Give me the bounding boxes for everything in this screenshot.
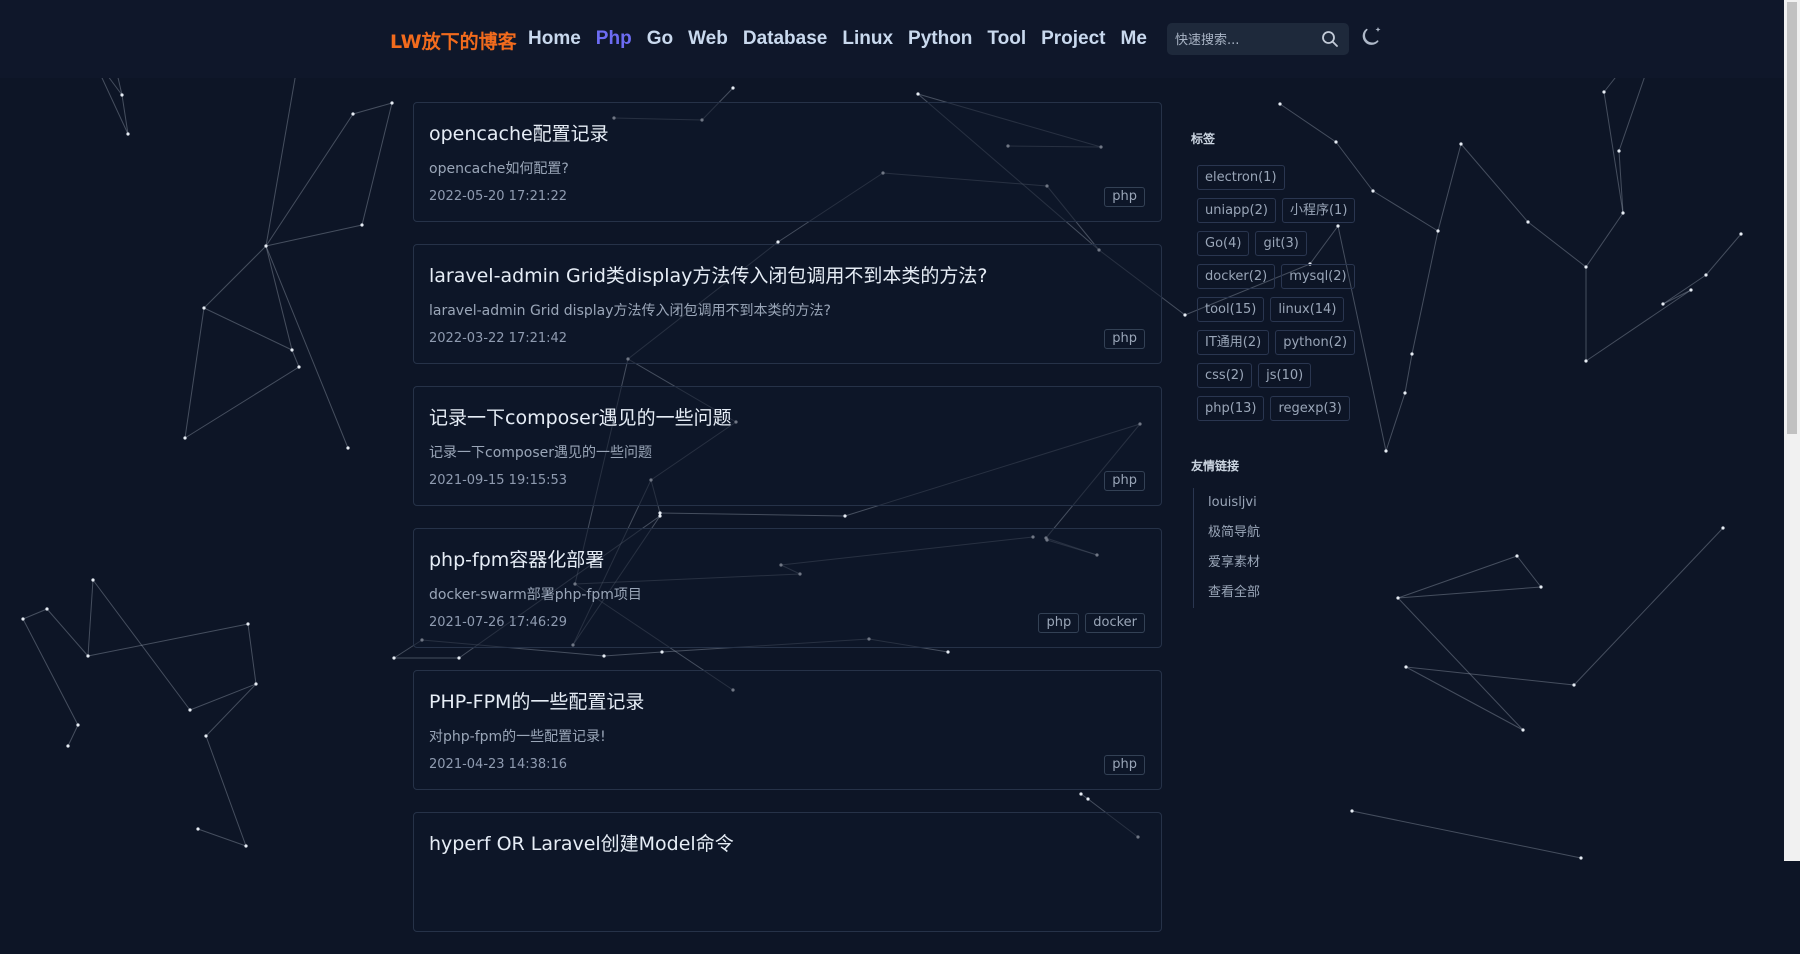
post-title[interactable]: laravel-admin Grid类display方法传入闭包调用不到本类的方… xyxy=(429,261,987,288)
post-title[interactable]: 记录一下composer遇见的一些问题 xyxy=(429,403,732,430)
post-description: laravel-admin Grid display方法传入闭包调用不到本类的方… xyxy=(429,303,831,319)
post-description: 对php-fpm的一些配置记录! xyxy=(429,729,606,745)
nav-python[interactable]: Python xyxy=(908,27,972,51)
tag-chip[interactable]: mysql(2) xyxy=(1281,264,1355,289)
nav-tool[interactable]: Tool xyxy=(987,27,1026,51)
site-header: LW放下的博客 Home Php Go Web Database Linux P… xyxy=(0,0,1784,78)
nav-database[interactable]: Database xyxy=(743,27,828,51)
sidebar: 标签 electron(1) uniapp(2) 小程序(1) Go(4) gi… xyxy=(1191,130,1371,608)
tag-chip[interactable]: electron(1) xyxy=(1197,165,1285,190)
post-card: hyperf OR Laravel创建Model命令 xyxy=(413,812,1162,932)
tag-chip[interactable]: css(2) xyxy=(1197,363,1253,388)
post-description: opencache如何配置? xyxy=(429,161,569,177)
post-tag[interactable]: php xyxy=(1104,187,1145,207)
friend-links: louisljvi 极简导航 爱享素材 查看全部 xyxy=(1193,488,1371,608)
tag-cloud: electron(1) uniapp(2) 小程序(1) Go(4) git(3… xyxy=(1197,165,1357,421)
tag-chip[interactable]: python(2) xyxy=(1275,330,1356,355)
nav-home[interactable]: Home xyxy=(528,27,581,51)
tag-chip[interactable]: php(13) xyxy=(1197,396,1265,421)
search-input[interactable] xyxy=(1173,23,1317,57)
post-date: 2021-04-23 14:38:16 xyxy=(429,757,568,772)
post-tag[interactable]: docker xyxy=(1085,613,1145,633)
tag-chip[interactable]: 小程序(1) xyxy=(1281,198,1356,223)
post-tag[interactable]: php xyxy=(1038,613,1080,633)
post-title[interactable]: PHP-FPM的一些配置记录 xyxy=(429,687,644,714)
nav-me[interactable]: Me xyxy=(1121,27,1147,51)
friend-link[interactable]: 极简导航 xyxy=(1208,518,1371,548)
post-description: docker-swarm部署php-fpm项目 xyxy=(429,587,642,603)
view-all-link[interactable]: 查看全部 xyxy=(1208,578,1371,608)
nav-linux[interactable]: Linux xyxy=(842,27,893,51)
post-description: 记录一下composer遇见的一些问题 xyxy=(429,445,653,461)
page-scrollbar[interactable] xyxy=(1784,0,1800,861)
friend-link[interactable]: louisljvi xyxy=(1208,488,1371,518)
friend-link[interactable]: 爱享素材 xyxy=(1208,548,1371,578)
search-box xyxy=(1167,23,1349,57)
post-date: 2022-05-20 17:21:22 xyxy=(429,189,568,204)
post-card: PHP-FPM的一些配置记录 对php-fpm的一些配置记录! 2021-04-… xyxy=(413,670,1162,790)
tag-chip[interactable]: Go(4) xyxy=(1197,231,1250,256)
post-card: opencache配置记录 opencache如何配置? 2022-05-20 … xyxy=(413,102,1162,222)
tag-chip[interactable]: uniapp(2) xyxy=(1197,198,1276,223)
post-title[interactable]: php-fpm容器化部署 xyxy=(429,545,604,572)
scrollbar-thumb[interactable] xyxy=(1787,2,1797,434)
post-card: php-fpm容器化部署 docker-swarm部署php-fpm项目 202… xyxy=(413,528,1162,648)
nav-go[interactable]: Go xyxy=(647,27,673,51)
post-title[interactable]: hyperf OR Laravel创建Model命令 xyxy=(429,829,734,856)
post-card: laravel-admin Grid类display方法传入闭包调用不到本类的方… xyxy=(413,244,1162,364)
post-tag[interactable]: php xyxy=(1104,471,1145,491)
post-tag[interactable]: php xyxy=(1104,755,1145,775)
nav-project[interactable]: Project xyxy=(1041,27,1105,51)
post-title[interactable]: opencache配置记录 xyxy=(429,119,609,146)
post-date: 2021-09-15 19:15:53 xyxy=(429,473,568,488)
tag-chip[interactable]: IT通用(2) xyxy=(1197,330,1270,355)
main-nav: Home Php Go Web Database Linux Python To… xyxy=(528,27,1162,51)
post-card: 记录一下composer遇见的一些问题 记录一下composer遇见的一些问题 … xyxy=(413,386,1162,506)
tag-chip[interactable]: tool(15) xyxy=(1197,297,1265,322)
tags-section-title: 标签 xyxy=(1191,132,1216,146)
links-section-title: 友情链接 xyxy=(1191,459,1240,473)
site-brand[interactable]: LW放下的博客 xyxy=(390,27,517,54)
post-tag[interactable]: php xyxy=(1104,329,1145,349)
nav-php[interactable]: Php xyxy=(596,27,632,51)
tag-chip[interactable]: docker(2) xyxy=(1197,264,1276,289)
post-date: 2021-07-26 17:46:29 xyxy=(429,615,568,630)
tag-chip[interactable]: linux(14) xyxy=(1270,297,1345,322)
nav-web[interactable]: Web xyxy=(688,27,728,51)
post-list: opencache配置记录 opencache如何配置? 2022-05-20 … xyxy=(413,102,1162,954)
search-icon[interactable] xyxy=(1321,30,1339,48)
tag-chip[interactable]: git(3) xyxy=(1255,231,1307,256)
tag-chip[interactable]: regexp(3) xyxy=(1270,396,1350,421)
tag-chip[interactable]: js(10) xyxy=(1258,363,1312,388)
post-date: 2022-03-22 17:21:42 xyxy=(429,331,568,346)
moon-icon[interactable] xyxy=(1360,24,1384,48)
